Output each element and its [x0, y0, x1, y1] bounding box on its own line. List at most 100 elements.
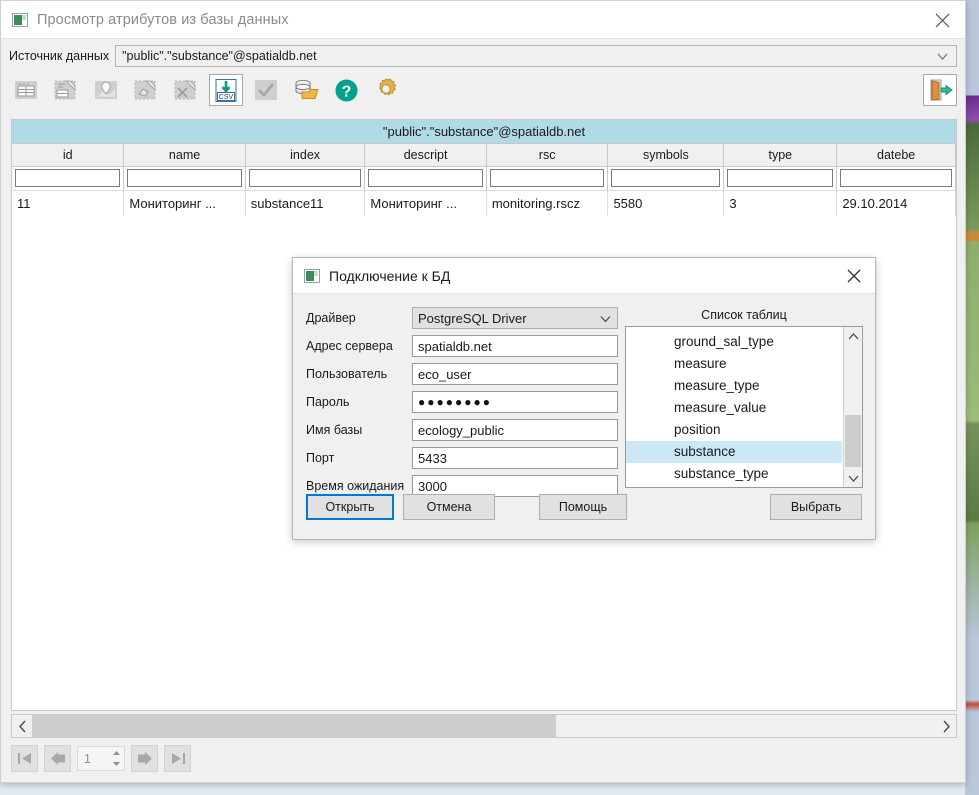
table-view-icon[interactable] [9, 74, 43, 106]
cell-id[interactable]: 11 [12, 190, 125, 216]
app-window-icon [12, 12, 28, 27]
filter-input-id[interactable] [15, 169, 121, 187]
first-page-icon[interactable] [11, 745, 38, 772]
chevron-left-icon[interactable] [12, 715, 32, 737]
page-number-stepper[interactable]: 1 [77, 746, 125, 771]
filter-cell[interactable] [245, 166, 366, 190]
filter-input-symbols[interactable] [611, 169, 721, 187]
column-header-rsc[interactable]: rsc [486, 144, 609, 167]
map-marker-icon[interactable] [89, 74, 123, 106]
horizontal-scrollbar[interactable] [11, 714, 957, 738]
filter-cell[interactable] [836, 166, 956, 190]
cell-name[interactable]: Мониторинг ... [123, 190, 246, 216]
last-page-icon[interactable] [164, 745, 191, 772]
column-header-type[interactable]: type [723, 144, 838, 167]
column-header-index[interactable]: index [245, 144, 366, 167]
filter-cell[interactable] [123, 166, 246, 190]
driver-combobox[interactable]: PostgreSQL Driver [412, 307, 618, 329]
timeout-label: Время ожидания [306, 479, 405, 493]
form-row-server: Адрес сервера spatialdb.net [306, 332, 618, 360]
list-item[interactable]: position [626, 419, 842, 441]
database-open-icon[interactable] [289, 74, 323, 106]
table-header-row: id name index descript rsc symbols type … [12, 144, 956, 167]
table-select-icon[interactable] [49, 74, 83, 106]
csv-export-icon[interactable]: CSV [209, 74, 243, 106]
form-row-password: Пароль ●●●●●●●● [306, 388, 618, 416]
form-row-driver: Драйвер PostgreSQL Driver [306, 304, 618, 332]
filter-cell[interactable] [607, 166, 725, 190]
cell-datebe[interactable]: 29.10.2014 [836, 190, 956, 216]
cell-type[interactable]: 3 [723, 190, 838, 216]
list-item[interactable]: ground_sal_type [626, 331, 842, 353]
server-address-input[interactable]: spatialdb.net [412, 335, 618, 357]
password-label: Пароль [306, 395, 350, 409]
filter-cell[interactable] [12, 166, 125, 190]
cell-symbols[interactable]: 5580 [607, 190, 725, 216]
filter-cell[interactable] [486, 166, 609, 190]
list-item[interactable]: measure_type [626, 375, 842, 397]
filter-input-type[interactable] [727, 169, 834, 187]
table-row[interactable]: 11 Мониторинг ... substance11 Мониторинг… [12, 190, 956, 216]
database-name-input[interactable]: ecology_public [412, 419, 618, 441]
column-header-symbols[interactable]: symbols [607, 144, 725, 167]
shape-select-icon[interactable] [129, 74, 163, 106]
dialog-title-bar: Подключение к БД [293, 258, 875, 294]
filter-input-rsc[interactable] [489, 169, 605, 187]
settings-gear-icon[interactable] [369, 74, 403, 106]
filter-input-datebe[interactable] [840, 169, 952, 187]
chevron-right-icon[interactable] [936, 715, 956, 737]
shape-delete-icon[interactable] [169, 74, 203, 106]
connection-form: Драйвер PostgreSQL Driver Адрес сервера … [306, 304, 618, 500]
column-header-id[interactable]: id [12, 144, 125, 167]
cell-descript[interactable]: Мониторинг ... [364, 190, 487, 216]
column-header-datebe[interactable]: datebe [836, 144, 956, 167]
dialog-button-bar: Открыть Отмена Помощь Выбрать [306, 494, 862, 520]
filter-cell[interactable] [364, 166, 487, 190]
tables-list-inner: ground_sal_type measure measure_type mea… [626, 327, 862, 485]
app-window-icon [304, 268, 320, 283]
list-item[interactable]: measure_value [626, 397, 842, 419]
help-icon[interactable]: ? [329, 74, 363, 106]
cell-rsc[interactable]: monitoring.rscz [486, 190, 609, 216]
filter-input-descript[interactable] [368, 169, 483, 187]
close-icon[interactable] [919, 1, 965, 39]
db-connection-dialog: Подключение к БД Драйвер PostgreSQL Driv… [292, 257, 876, 540]
column-header-descript[interactable]: descript [364, 144, 487, 167]
port-input[interactable]: 5433 [412, 447, 618, 469]
data-source-label: Источник данных [9, 49, 110, 63]
username-input[interactable]: eco_user [412, 363, 618, 385]
dialog-body: Драйвер PostgreSQL Driver Адрес сервера … [293, 294, 875, 540]
chevron-down-icon[interactable] [844, 469, 862, 487]
attributes-grid: id name index descript rsc symbols type … [12, 144, 956, 216]
attributes-viewer-window: Просмотр атрибутов из базы данных Источн… [0, 0, 966, 783]
cell-index[interactable]: substance11 [245, 190, 366, 216]
next-page-icon[interactable] [131, 745, 158, 772]
chevron-down-icon [600, 311, 611, 326]
check-apply-icon[interactable] [249, 74, 283, 106]
tables-listbox[interactable]: ground_sal_type measure measure_type mea… [625, 326, 863, 488]
scrollbar-thumb[interactable] [32, 715, 557, 737]
cancel-button[interactable]: Отмена [403, 494, 495, 520]
svg-text:?: ? [341, 83, 351, 100]
tables-list-scrollbar[interactable] [843, 327, 862, 487]
open-button[interactable]: Открыть [306, 494, 394, 520]
prev-page-icon[interactable] [44, 745, 71, 772]
list-item-selected[interactable]: substance [626, 441, 842, 463]
exit-door-icon[interactable] [923, 74, 957, 106]
scrollbar-track[interactable] [32, 715, 936, 737]
close-icon[interactable] [833, 258, 875, 294]
list-item[interactable]: measure [626, 353, 842, 375]
filter-cell[interactable] [723, 166, 838, 190]
form-row-dbname: Имя базы ecology_public [306, 416, 618, 444]
filter-input-name[interactable] [127, 169, 242, 187]
chevron-up-icon[interactable] [844, 327, 862, 345]
password-input[interactable]: ●●●●●●●● [412, 391, 618, 413]
scrollbar-thumb[interactable] [845, 415, 861, 467]
data-source-row: Источник данных "public"."substance"@spa… [1, 43, 965, 69]
list-item[interactable]: substance_type [626, 463, 842, 485]
select-button[interactable]: Выбрать [770, 494, 862, 520]
filter-input-index[interactable] [248, 169, 362, 187]
column-header-name[interactable]: name [123, 144, 246, 167]
data-source-combobox[interactable]: "public"."substance"@spatialdb.net [115, 45, 957, 67]
help-button[interactable]: Помощь [539, 494, 627, 520]
